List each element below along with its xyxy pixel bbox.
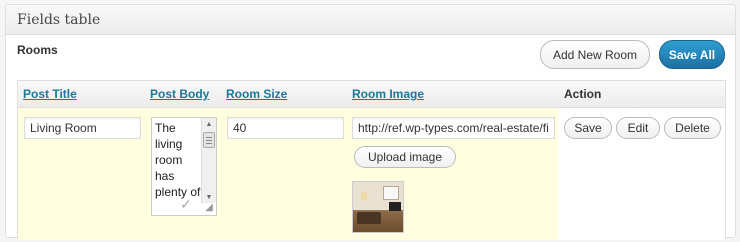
- post-body-text: The living room has plenty of: [155, 121, 201, 199]
- fields-table-panel: Fields table Rooms Add New Room Save All…: [5, 4, 736, 240]
- triangle-up-icon[interactable]: ▲: [202, 118, 216, 130]
- table-row: Living Room The living room has plenty o…: [18, 108, 558, 240]
- add-new-room-button[interactable]: Add New Room: [540, 40, 650, 69]
- section-label-rooms: Rooms: [17, 43, 58, 57]
- rooms-table: Post Title Post Body Room Size Room Imag…: [17, 80, 726, 240]
- upload-image-button[interactable]: Upload image: [354, 146, 456, 168]
- post-body-scrollbar[interactable]: ▲ ▼: [201, 118, 216, 203]
- panel-header: [6, 5, 735, 35]
- action-cell: Save Edit Delete: [558, 108, 725, 240]
- column-header-action: Action: [564, 87, 602, 101]
- column-header-post-title[interactable]: Post Title: [23, 87, 77, 101]
- column-header-room-image[interactable]: Room Image: [352, 87, 424, 101]
- save-row-button[interactable]: Save: [564, 117, 612, 139]
- room-image-url-input[interactable]: http://ref.wp-types.com/real-estate/fi: [352, 117, 555, 139]
- delete-row-button[interactable]: Delete: [664, 117, 721, 139]
- check-icon: ✓: [180, 196, 192, 212]
- resize-grip-icon[interactable]: ◢: [203, 202, 215, 214]
- column-header-room-size[interactable]: Room Size: [226, 87, 287, 101]
- panel-title: Fields table: [17, 12, 101, 28]
- room-size-input[interactable]: 40: [227, 117, 344, 139]
- table-header: Post Title Post Body Room Size Room Imag…: [18, 81, 725, 108]
- save-all-button[interactable]: Save All: [659, 40, 725, 69]
- room-image-thumbnail[interactable]: [352, 181, 404, 233]
- edit-row-button[interactable]: Edit: [616, 117, 660, 139]
- scrollbar-thumb[interactable]: [203, 132, 215, 148]
- post-title-input[interactable]: Living Room: [24, 117, 141, 139]
- post-body-textarea[interactable]: The living room has plenty of ▲ ▼ ✓ ◢: [151, 117, 217, 216]
- column-header-post-body[interactable]: Post Body: [150, 87, 209, 101]
